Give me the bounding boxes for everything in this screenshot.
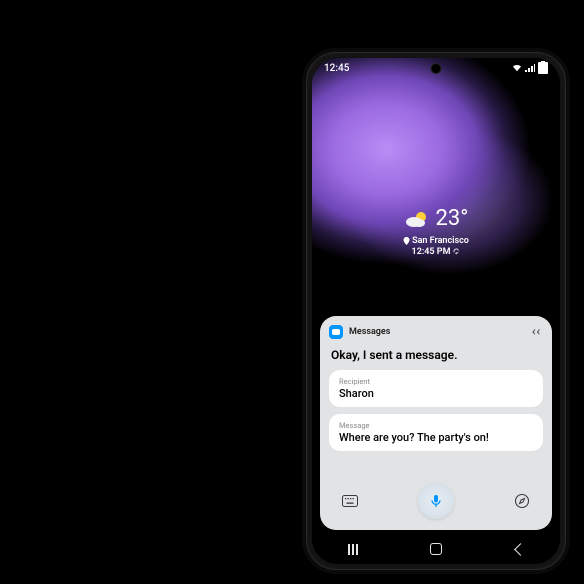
clock-time: 12:45 PM: [412, 247, 451, 257]
signal-icon: [525, 64, 535, 72]
status-right: [512, 62, 548, 74]
bixby-app-ref[interactable]: Messages: [329, 325, 390, 339]
mic-button[interactable]: [418, 483, 454, 519]
message-value: Where are you? The party's on!: [339, 431, 533, 444]
phone-screen: 12:45: [312, 58, 560, 564]
wifi-icon: [512, 64, 522, 72]
message-label: Message: [339, 421, 533, 430]
status-time: 12:45: [324, 63, 349, 74]
refresh-icon: [453, 248, 460, 255]
recipient-card[interactable]: Recipient Sharon: [329, 370, 543, 407]
recipient-value: Sharon: [339, 387, 533, 400]
nav-bar: [312, 534, 560, 564]
bixby-app-name: Messages: [349, 327, 390, 337]
keyboard-button[interactable]: [337, 488, 363, 514]
discover-button[interactable]: [509, 488, 535, 514]
punch-hole-camera: [432, 64, 441, 73]
bixby-panel: Messages Okay, I sent a message. Recipie…: [320, 316, 552, 530]
collapse-icon[interactable]: [529, 325, 543, 339]
phone-frame: 12:45: [306, 52, 566, 570]
recents-button[interactable]: [333, 542, 373, 556]
location-text: San Francisco: [412, 236, 469, 246]
location-pin-icon: [403, 237, 410, 245]
message-card[interactable]: Message Where are you? The party's on!: [329, 414, 543, 451]
home-button[interactable]: [416, 542, 456, 556]
back-button[interactable]: [499, 542, 539, 556]
bixby-response-text: Okay, I sent a message.: [331, 348, 541, 362]
weather-icon: [404, 209, 430, 229]
temperature: 23°: [436, 206, 469, 231]
weather-widget[interactable]: 23° San Francisco 12:45 PM: [312, 206, 560, 257]
recipient-label: Recipient: [339, 377, 533, 386]
messages-app-icon: [329, 325, 343, 339]
battery-icon: [538, 62, 548, 74]
